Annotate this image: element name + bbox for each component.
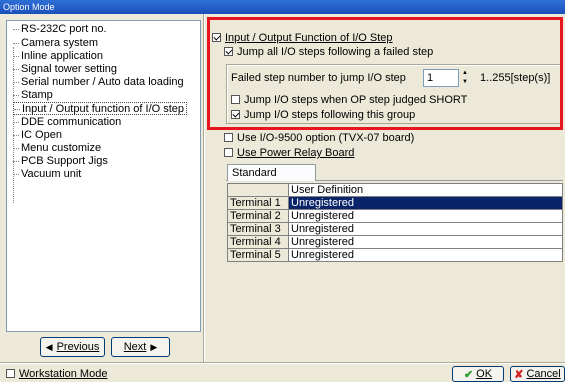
- tree-item-signal-tower[interactable]: Signal tower setting: [13, 63, 119, 76]
- jump-short-check-icon: [231, 94, 240, 104]
- cancel-label: Cancel: [526, 368, 561, 380]
- io9500-check-icon: [224, 132, 233, 142]
- tree-item-serial-number[interactable]: Serial number / Auto data loading: [13, 76, 186, 89]
- terminal-value[interactable]: Unregistered: [288, 248, 563, 262]
- grid-column-header: User Definition: [288, 183, 563, 197]
- terminal-label: Terminal 3: [227, 222, 289, 236]
- jump-short-checkbox[interactable]: Jump I/O steps when OP step judged SHORT: [231, 93, 467, 107]
- terminal-value[interactable]: Unregistered: [288, 235, 563, 249]
- tree-item-vacuum-unit[interactable]: Vacuum unit: [13, 168, 83, 181]
- io-function-check-icon: [212, 32, 221, 42]
- jump-all-check-icon: [224, 46, 233, 56]
- next-label: Next: [123, 341, 147, 353]
- power-relay-label: Use Power Relay Board: [237, 147, 355, 159]
- previous-label: Previous: [56, 341, 100, 353]
- table-row[interactable]: Terminal 1 Unregistered: [227, 196, 563, 210]
- terminal-label: Terminal 2: [227, 209, 289, 223]
- table-row[interactable]: Terminal 2 Unregistered: [227, 209, 563, 223]
- io-function-checkbox[interactable]: Input / Output Function of I/O Step: [212, 31, 393, 45]
- arrow-right-icon: ▶: [150, 341, 158, 352]
- jump-all-label: Jump all I/O steps following a failed st…: [237, 46, 434, 58]
- table-row[interactable]: Terminal 4 Unregistered: [227, 235, 563, 249]
- jump-group-check-icon: [231, 109, 240, 119]
- failed-step-input[interactable]: [423, 69, 459, 87]
- io9500-checkbox[interactable]: Use I/O-9500 option (TVX-07 board): [224, 131, 414, 145]
- panel-divider: [203, 14, 205, 362]
- ok-label: OK: [476, 368, 493, 380]
- jump-group-checkbox[interactable]: Jump I/O steps following this group: [231, 108, 415, 122]
- tree-item-camera-system[interactable]: Camera system: [13, 37, 100, 50]
- terminal-label: Terminal 1: [227, 196, 289, 210]
- cancel-button[interactable]: ✘ Cancel: [510, 366, 565, 382]
- terminal-value[interactable]: Unregistered: [288, 209, 563, 223]
- ok-button[interactable]: ✔ OK: [452, 366, 504, 382]
- power-relay-checkbox[interactable]: Use Power Relay Board: [224, 146, 354, 160]
- workstation-mode-checkbox[interactable]: Workstation Mode: [6, 367, 107, 381]
- io-function-label: Input / Output Function of I/O Step: [225, 32, 393, 44]
- jump-all-checkbox[interactable]: Jump all I/O steps following a failed st…: [224, 45, 433, 59]
- previous-button[interactable]: ◀ Previous: [40, 337, 105, 357]
- grid-header-row: User Definition: [227, 183, 563, 197]
- terminal-label: Terminal 4: [227, 235, 289, 249]
- options-tree[interactable]: RS-232C port no. Camera system Inline ap…: [6, 20, 201, 332]
- terminal-value[interactable]: Unregistered: [288, 196, 563, 210]
- footer-divider: [0, 362, 565, 364]
- tab-standard-scanner[interactable]: Standard Scanner: [227, 164, 316, 195]
- power-relay-check-icon: [224, 147, 233, 157]
- tree-item-stamp[interactable]: Stamp: [13, 89, 55, 102]
- check-icon: ✔: [463, 368, 474, 381]
- jump-short-label: Jump I/O steps when OP step judged SHORT: [244, 94, 468, 106]
- x-icon: ✘: [514, 368, 524, 381]
- terminal-value[interactable]: Unregistered: [288, 222, 563, 236]
- workstation-mode-label: Workstation Mode: [19, 368, 108, 380]
- tree-item-menu-customize[interactable]: Menu customize: [13, 142, 103, 155]
- tree-item-io-function[interactable]: Input / Output function of I/O step: [13, 102, 188, 115]
- tree-item-inline-application[interactable]: Inline application: [13, 50, 105, 63]
- grid-corner-cell: [227, 183, 289, 197]
- tree-item-ic-open[interactable]: IC Open: [13, 129, 64, 142]
- tree-item-rs232c[interactable]: RS-232C port no.: [13, 23, 109, 36]
- failed-step-label: Failed step number to jump I/O step: [231, 72, 406, 84]
- tree-item-dde[interactable]: DDE communication: [13, 116, 123, 129]
- failed-step-range: 1..255[step(s)]: [480, 72, 551, 84]
- terminal-label: Terminal 5: [227, 248, 289, 262]
- scanner-grid[interactable]: User Definition Terminal 1 Unregistered …: [227, 183, 563, 262]
- spinner-arrows-icon[interactable]: ▲ ▼: [459, 69, 471, 87]
- table-row[interactable]: Terminal 5 Unregistered: [227, 248, 563, 262]
- tree-item-pcb-support-jigs[interactable]: PCB Support Jigs: [13, 155, 110, 168]
- window-title: Option Mode: [0, 0, 565, 14]
- workstation-check-icon: [6, 368, 15, 378]
- table-row[interactable]: Terminal 3 Unregistered: [227, 222, 563, 236]
- jump-group-label: Jump I/O steps following this group: [244, 109, 416, 121]
- arrow-left-icon: ◀: [45, 341, 53, 352]
- next-button[interactable]: Next ▶: [111, 337, 170, 357]
- io9500-label: Use I/O-9500 option (TVX-07 board): [237, 132, 415, 144]
